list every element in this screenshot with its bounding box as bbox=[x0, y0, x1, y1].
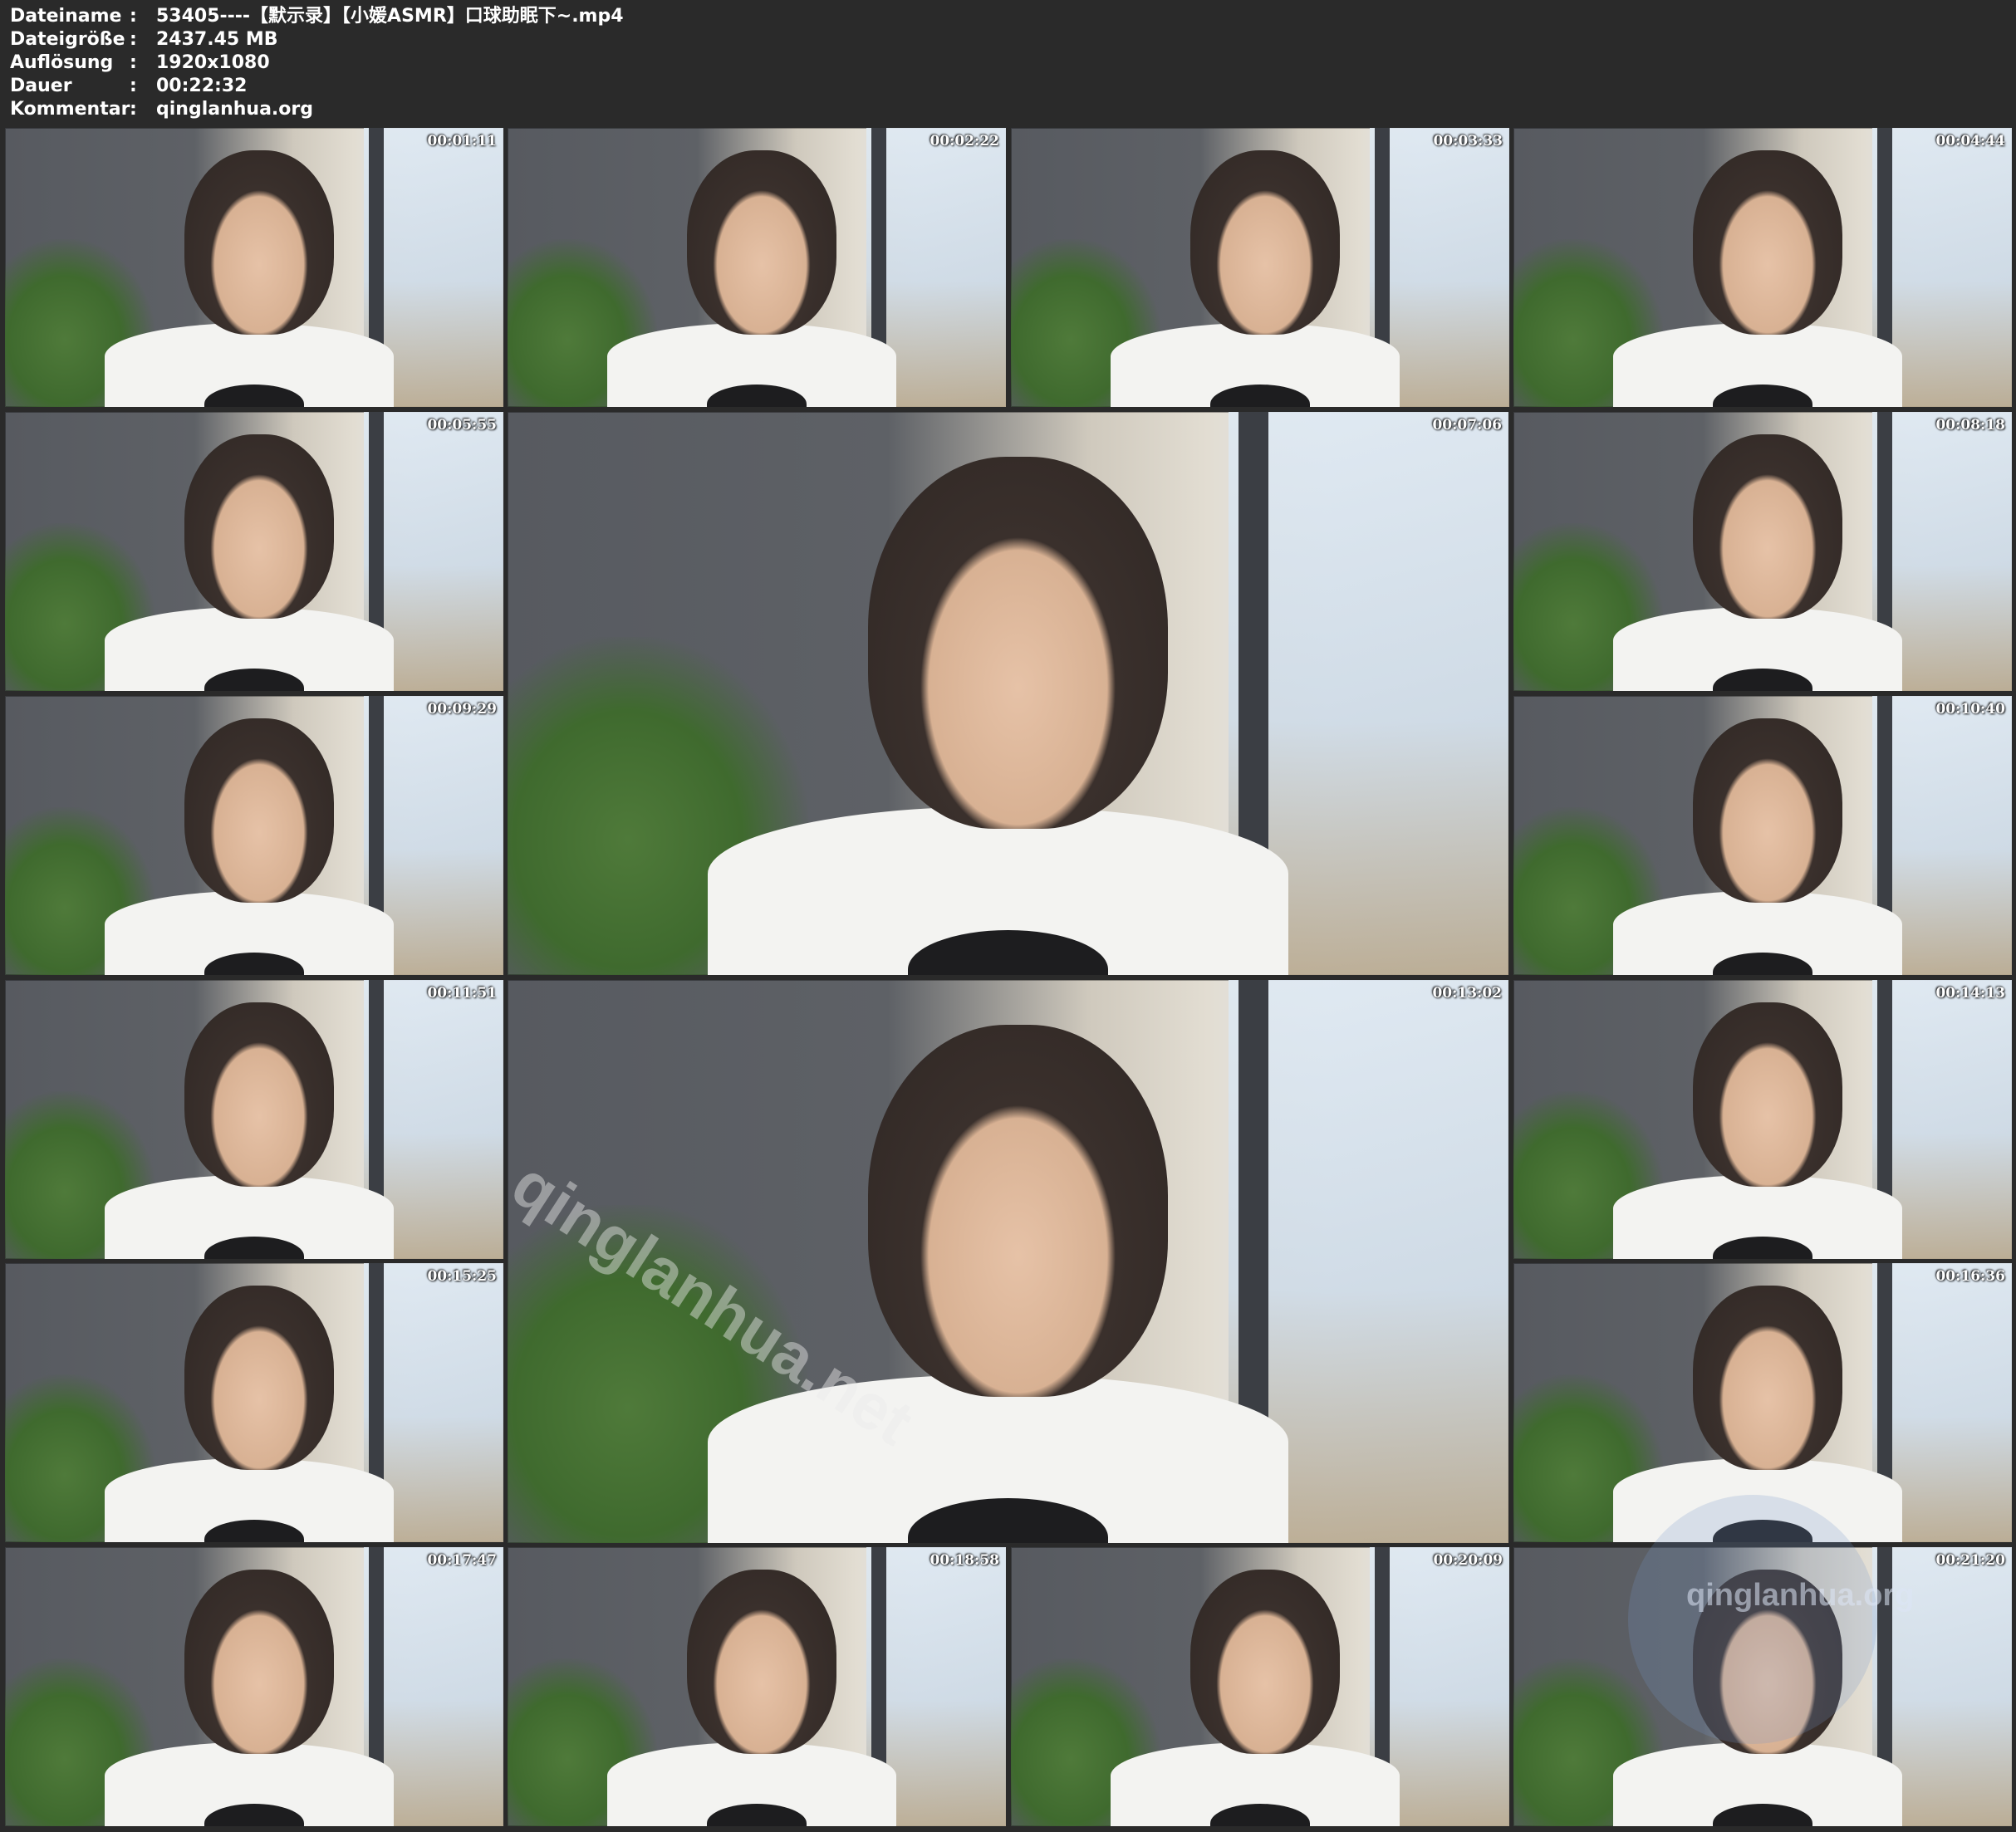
video-frame-thumbnail: 00:14:13 bbox=[1513, 980, 2012, 1259]
frame-timestamp: 00:13:02 bbox=[1432, 985, 1502, 1002]
frame-timestamp: 00:04:44 bbox=[1935, 133, 2005, 149]
video-frame-thumbnail: 00:04:44 bbox=[1513, 128, 2012, 407]
video-frame-thumbnail: 00:08:18 bbox=[1513, 412, 2012, 691]
frame-timestamp: 00:21:20 bbox=[1935, 1552, 2005, 1569]
frame-timestamp: 00:07:06 bbox=[1432, 417, 1502, 434]
frame-head bbox=[184, 718, 334, 903]
frame-timestamp: 00:20:09 bbox=[1433, 1552, 1503, 1569]
frame-head bbox=[687, 149, 836, 335]
frame-head bbox=[687, 1569, 836, 1754]
frame-head bbox=[867, 457, 1169, 829]
video-frame-thumbnail: 00:17:47 bbox=[5, 1547, 503, 1826]
frame-head bbox=[184, 1002, 334, 1187]
frame-timestamp: 00:18:58 bbox=[930, 1552, 999, 1569]
frame-head bbox=[1693, 718, 1842, 903]
video-frame-thumbnail: 00:10:40 bbox=[1513, 696, 2012, 975]
video-frame-thumbnail: 00:20:09 bbox=[1011, 1547, 1509, 1826]
video-frame-thumbnail: 00:13:02 bbox=[508, 980, 1508, 1543]
frame-head bbox=[184, 149, 334, 335]
frame-timestamp: 00:03:33 bbox=[1433, 133, 1503, 149]
video-frame-thumbnail: 00:01:11 bbox=[5, 128, 503, 407]
video-frame-thumbnail: 00:03:33 bbox=[1011, 128, 1509, 407]
video-frame-thumbnail: 00:15:25 bbox=[5, 1263, 503, 1542]
watermark-circle bbox=[1628, 1495, 1877, 1744]
frame-head bbox=[1190, 1569, 1340, 1754]
video-frame-thumbnail: 00:18:58 bbox=[508, 1547, 1006, 1826]
frame-timestamp: 00:05:55 bbox=[427, 417, 497, 434]
frame-head bbox=[1190, 149, 1340, 335]
frame-timestamp: 00:17:47 bbox=[427, 1552, 497, 1569]
frame-timestamp: 00:01:11 bbox=[427, 133, 497, 149]
video-frame-thumbnail: 00:05:55 bbox=[5, 412, 503, 691]
frame-head bbox=[1693, 149, 1842, 335]
frame-timestamp: 00:11:51 bbox=[427, 985, 497, 1002]
frame-timestamp: 00:14:13 bbox=[1935, 985, 2005, 1002]
frame-head bbox=[1693, 1002, 1842, 1187]
frame-head bbox=[867, 1025, 1169, 1397]
frame-head bbox=[184, 1569, 334, 1754]
frame-head bbox=[184, 434, 334, 619]
frame-timestamp: 00:08:18 bbox=[1935, 417, 2005, 434]
video-frame-thumbnail: 00:11:51 bbox=[5, 980, 503, 1259]
frame-head bbox=[1693, 434, 1842, 619]
frame-timestamp: 00:16:36 bbox=[1935, 1268, 2005, 1285]
video-frame-thumbnail: 00:07:06 bbox=[508, 412, 1508, 975]
video-frame-thumbnail: 00:02:22 bbox=[508, 128, 1006, 407]
frame-head bbox=[184, 1285, 334, 1470]
frame-timestamp: 00:02:22 bbox=[930, 133, 999, 149]
frame-timestamp: 00:15:25 bbox=[427, 1268, 497, 1285]
frame-head bbox=[1693, 1285, 1842, 1470]
frame-timestamp: 00:09:29 bbox=[427, 701, 497, 718]
frame-timestamp: 00:10:40 bbox=[1935, 701, 2005, 718]
video-frame-thumbnail: 00:09:29 bbox=[5, 696, 503, 975]
